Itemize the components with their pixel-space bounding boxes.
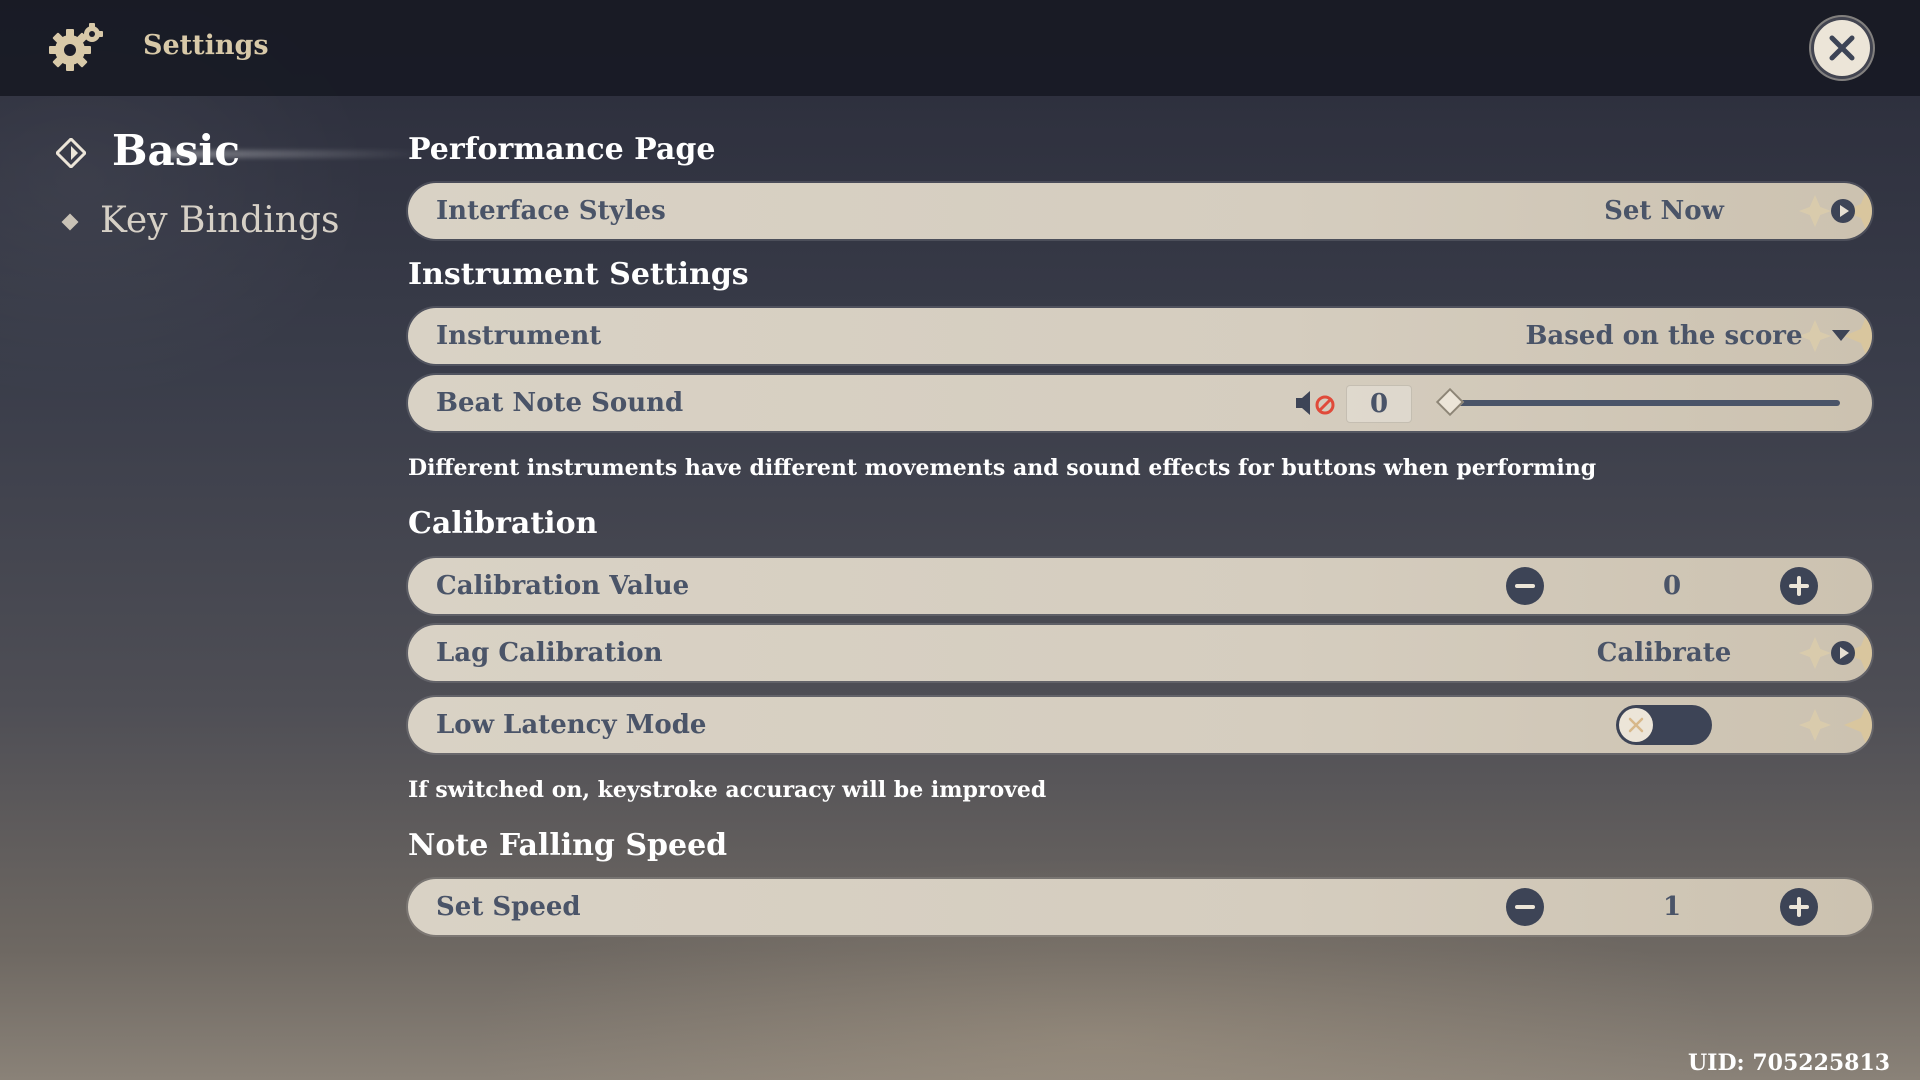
instrument-row[interactable]: Instrument Based on the score	[408, 308, 1872, 364]
decrease-button[interactable]	[1506, 888, 1544, 926]
decrease-button[interactable]	[1506, 567, 1544, 605]
section-title-note-speed: Note Falling Speed	[408, 828, 728, 863]
arrow-right-icon	[1831, 199, 1855, 223]
diamond-icon	[56, 138, 86, 168]
decorative-stars	[1799, 701, 1872, 749]
window-title: Settings	[143, 30, 269, 61]
close-button[interactable]	[1814, 20, 1870, 76]
top-bar: Settings	[0, 0, 1920, 96]
chevron-down-icon[interactable]	[1832, 330, 1850, 341]
minus-icon	[1515, 584, 1535, 588]
increase-button[interactable]	[1780, 888, 1818, 926]
beat-note-sound-label: Beat Note Sound	[436, 388, 684, 418]
beat-note-sound-row: Beat Note Sound 0	[408, 375, 1872, 431]
x-icon	[1628, 717, 1644, 733]
set-speed-label: Set Speed	[436, 892, 581, 922]
set-now-label: Set Now	[1604, 196, 1724, 226]
lag-calibration-label: Lag Calibration	[436, 638, 663, 668]
toggle-knob	[1619, 708, 1653, 742]
low-latency-toggle[interactable]	[1616, 705, 1712, 745]
calibration-value-row: Calibration Value 0	[408, 558, 1872, 614]
bullet-icon	[61, 213, 79, 231]
minus-icon	[1515, 905, 1535, 909]
mute-icon[interactable]	[1294, 389, 1338, 417]
low-latency-mode-label: Low Latency Mode	[436, 710, 707, 740]
section-title-instrument: Instrument Settings	[408, 257, 749, 292]
volume-value[interactable]: 0	[1346, 385, 1412, 423]
set-speed-row: Set Speed 1	[408, 879, 1872, 935]
sidebar-item-basic[interactable]: Basic	[56, 126, 426, 182]
close-icon	[1829, 35, 1855, 61]
interface-styles-label: Interface Styles	[436, 196, 666, 226]
lag-calibration-row[interactable]: Lag Calibration Calibrate	[408, 625, 1872, 681]
gear-icon	[49, 23, 103, 71]
section-title-performance: Performance Page	[408, 132, 716, 167]
instrument-description: Different instruments have different mov…	[408, 455, 1597, 481]
sidebar-item-key-bindings[interactable]: Key Bindings	[61, 200, 384, 248]
section-title-calibration: Calibration	[408, 506, 598, 541]
volume-slider-track[interactable]	[1448, 400, 1840, 406]
volume-slider-thumb[interactable]	[1435, 387, 1465, 417]
arrow-right-icon	[1831, 641, 1855, 665]
calibration-value: 0	[1662, 571, 1682, 601]
instrument-select-value[interactable]: Based on the score	[1444, 321, 1872, 351]
sidebar-item-label: Key Bindings	[100, 200, 340, 241]
increase-button[interactable]	[1780, 567, 1818, 605]
uid-label: UID: 705225813	[1688, 1050, 1891, 1076]
interface-styles-row[interactable]: Interface Styles Set Now	[408, 183, 1872, 239]
instrument-label: Instrument	[436, 321, 602, 351]
speed-value: 1	[1662, 892, 1682, 922]
calibration-description: If switched on, keystroke accuracy will …	[408, 777, 1047, 803]
calibrate-label: Calibrate	[1596, 638, 1732, 668]
sidebar-item-label: Basic	[112, 126, 240, 175]
calibration-value-label: Calibration Value	[436, 571, 690, 601]
low-latency-mode-row: Low Latency Mode	[408, 697, 1872, 753]
